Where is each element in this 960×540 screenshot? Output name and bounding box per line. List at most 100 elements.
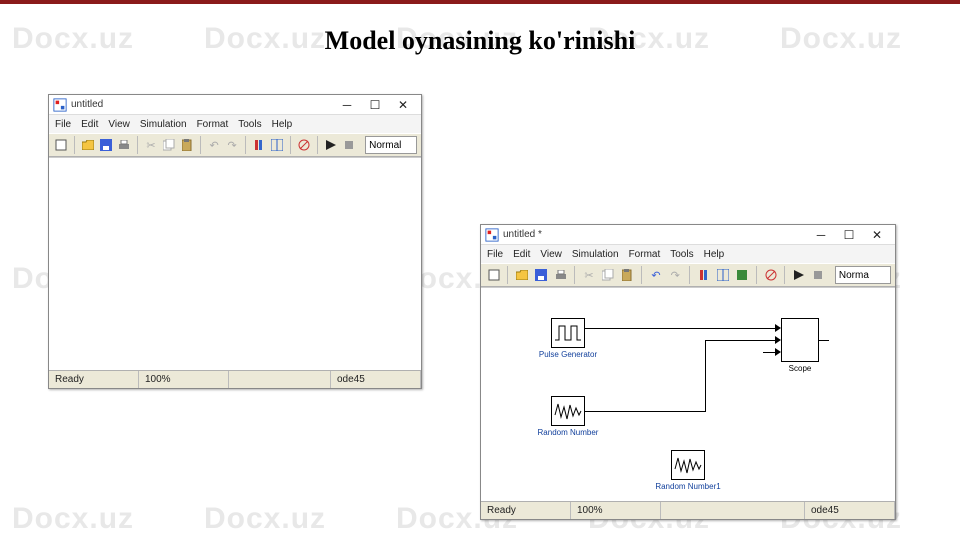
menu-edit[interactable]: Edit <box>81 119 98 130</box>
undo-icon[interactable]: ↶ <box>647 266 664 284</box>
maximize-button[interactable]: ☐ <box>361 96 389 114</box>
open-icon[interactable] <box>80 136 96 154</box>
titlebar: untitled * ─ ☐ ✕ <box>481 225 895 245</box>
menu-help[interactable]: Help <box>272 119 293 130</box>
paste-icon[interactable] <box>179 136 195 154</box>
watermark: Docx.uz <box>204 502 326 536</box>
model-canvas[interactable]: Pulse Generator Random Number Random Num… <box>481 287 895 501</box>
menu-tools[interactable]: Tools <box>670 249 693 260</box>
print-icon[interactable] <box>116 136 132 154</box>
maximize-button[interactable]: ☐ <box>835 226 863 244</box>
simulink-app-icon <box>485 228 499 242</box>
port-arrow-icon <box>775 324 781 332</box>
status-ready: Ready <box>481 502 571 519</box>
pulse-waveform-icon <box>554 323 582 343</box>
redo-icon[interactable]: ↷ <box>667 266 684 284</box>
separator <box>290 136 291 154</box>
menu-view[interactable]: View <box>108 119 130 130</box>
model-explorer-icon[interactable] <box>269 136 285 154</box>
copy-icon[interactable] <box>600 266 617 284</box>
status-zoom: 100% <box>571 502 661 519</box>
port-stub <box>763 352 775 353</box>
menu-format[interactable]: Format <box>629 249 661 260</box>
port-arrow-icon <box>775 348 781 356</box>
status-solver: ode45 <box>805 502 895 519</box>
window-title: untitled <box>71 99 333 110</box>
titlebar: untitled ─ ☐ ✕ <box>49 95 421 115</box>
watermark: Docx.uz <box>12 502 134 536</box>
minimize-button[interactable]: ─ <box>807 226 835 244</box>
separator <box>74 136 75 154</box>
library-browser-icon[interactable] <box>251 136 267 154</box>
separator <box>317 136 318 154</box>
close-button[interactable]: ✕ <box>389 96 417 114</box>
status-ready: Ready <box>49 371 139 388</box>
model-canvas[interactable] <box>49 157 421 370</box>
stop-icon[interactable] <box>810 266 827 284</box>
port-stub <box>763 340 775 341</box>
block-label: Pulse Generator <box>533 350 603 359</box>
menu-edit[interactable]: Edit <box>513 249 530 260</box>
separator <box>574 266 575 284</box>
cut-icon[interactable]: ✂ <box>580 266 597 284</box>
save-icon[interactable] <box>98 136 114 154</box>
simulation-mode-dropdown[interactable]: Norma <box>835 266 891 284</box>
menubar: File Edit View Simulation Format Tools H… <box>49 115 421 133</box>
redo-icon[interactable]: ↷ <box>224 136 240 154</box>
close-button[interactable]: ✕ <box>863 226 891 244</box>
block-random-number[interactable] <box>551 396 585 426</box>
undo-icon[interactable]: ↶ <box>206 136 222 154</box>
status-zoom: 100% <box>139 371 229 388</box>
signal-wire <box>705 340 706 412</box>
signal-wire <box>585 411 705 412</box>
cut-icon[interactable]: ✂ <box>143 136 159 154</box>
menu-format[interactable]: Format <box>197 119 229 130</box>
play-icon[interactable] <box>790 266 807 284</box>
menu-tools[interactable]: Tools <box>238 119 261 130</box>
status-spacer <box>229 371 331 388</box>
menu-view[interactable]: View <box>540 249 562 260</box>
toggle-icon[interactable] <box>734 266 751 284</box>
separator <box>756 266 757 284</box>
menu-file[interactable]: File <box>55 119 71 130</box>
block-random-number1[interactable] <box>671 450 705 480</box>
block-scope[interactable] <box>781 318 819 362</box>
block-pulse-generator[interactable] <box>551 318 585 348</box>
open-icon[interactable] <box>513 266 530 284</box>
stop-icon[interactable] <box>341 136 357 154</box>
block-label: Scope <box>765 364 835 373</box>
minimize-button[interactable]: ─ <box>333 96 361 114</box>
block-label: Random Number <box>533 428 603 437</box>
signal-wire <box>705 340 763 341</box>
simulink-app-icon <box>53 98 67 112</box>
play-icon[interactable] <box>323 136 339 154</box>
simulation-mode-dropdown[interactable]: Normal <box>365 136 417 154</box>
menu-help[interactable]: Help <box>704 249 725 260</box>
block-label: Random Number1 <box>653 482 723 491</box>
status-solver: ode45 <box>331 371 421 388</box>
save-icon[interactable] <box>533 266 550 284</box>
separator <box>784 266 785 284</box>
new-model-icon[interactable] <box>53 136 69 154</box>
mode-label: Normal <box>369 140 401 151</box>
model-explorer-icon[interactable] <box>714 266 731 284</box>
debug-icon[interactable] <box>296 136 312 154</box>
simulink-window-empty: untitled ─ ☐ ✕ File Edit View Simulation… <box>48 94 422 389</box>
status-spacer <box>661 502 805 519</box>
menu-simulation[interactable]: Simulation <box>140 119 187 130</box>
port-stub <box>819 340 829 341</box>
copy-icon[interactable] <box>161 136 177 154</box>
port-arrow-icon <box>775 336 781 344</box>
paste-icon[interactable] <box>619 266 636 284</box>
library-browser-icon[interactable] <box>695 266 712 284</box>
separator <box>641 266 642 284</box>
noise-waveform-icon <box>554 401 582 421</box>
separator <box>137 136 138 154</box>
new-model-icon[interactable] <box>485 266 502 284</box>
toolbar: ✂ ↶ ↷ Normal <box>49 133 421 157</box>
debug-icon[interactable] <box>762 266 779 284</box>
menu-simulation[interactable]: Simulation <box>572 249 619 260</box>
separator <box>245 136 246 154</box>
print-icon[interactable] <box>552 266 569 284</box>
menu-file[interactable]: File <box>487 249 503 260</box>
